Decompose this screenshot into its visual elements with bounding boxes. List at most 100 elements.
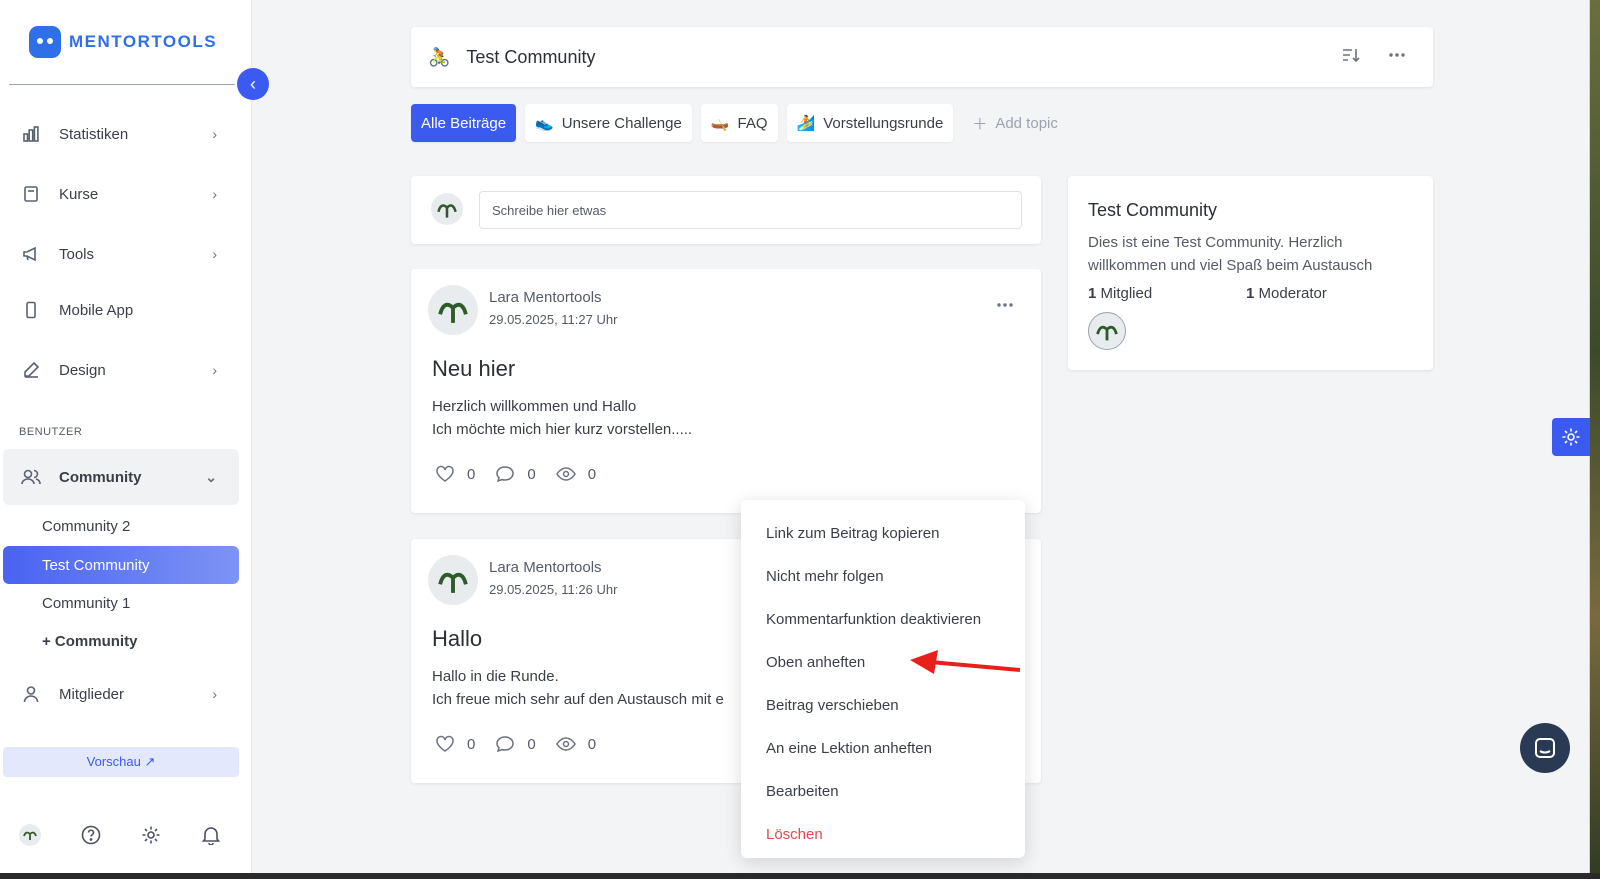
bell-icon[interactable] [199,823,223,847]
surfer-emoji-icon: 🏄 [796,115,816,132]
menu-disable-comments[interactable]: Kommentarfunktion deaktivieren [741,598,1025,641]
post-author[interactable]: Lara Mentortools [489,559,602,576]
menu-move-post[interactable]: Beitrag verschieben [741,684,1025,727]
annotation-arrow-icon [910,650,1021,674]
section-label-benutzer: BENUTZER [19,426,83,438]
post-body-line: Ich möchte mich hier kurz vorstellen....… [432,421,693,438]
menu-copy-link[interactable]: Link zum Beitrag kopieren [741,512,1025,555]
topic-all-posts[interactable]: Alle Beiträge [411,104,517,142]
book-icon [21,184,41,204]
member-count-value: 1 [1088,285,1097,302]
brand-name: MENTORTOOLS [69,32,218,51]
plus-icon: ＋ [972,115,988,133]
post-title[interactable]: Neu hier [432,356,515,382]
comment-count: 0 [527,465,536,483]
post-card: Lara Mentortools 29.05.2025, 11:27 Uhr N… [411,269,1041,513]
sidebar-item-label: Kurse [59,185,99,203]
settings-gear-icon[interactable] [139,823,163,847]
heart-icon [436,465,454,482]
community-header: 🚴 Test Community [411,27,1433,87]
robot-logo-icon [29,26,61,58]
author-avatar[interactable] [428,555,478,605]
plant-avatar-icon [437,204,457,218]
comment-stat[interactable]: 0 [495,465,536,483]
sidebar-item-statistiken[interactable]: Statistiken › [3,108,239,160]
header-actions [1341,45,1407,70]
plant-avatar-icon [19,824,41,846]
sidebar-item-label: Mitglieder [59,685,125,703]
collapse-sidebar-button[interactable]: ‹ [237,68,269,100]
gear-icon [1562,428,1580,446]
sidebar-item-tools[interactable]: Tools › [3,228,239,280]
menu-unfollow[interactable]: Nicht mehr folgen [741,555,1025,598]
sidebar-subitem-community-2[interactable]: Community 2 [3,507,239,545]
heart-icon [436,735,454,752]
chevron-down-icon: ⌄ [205,468,217,485]
like-count: 0 [467,465,476,483]
user-avatar[interactable] [18,823,42,847]
comment-stat[interactable]: 0 [495,735,536,753]
eye-icon [555,467,576,481]
moderator-count: 1 Moderator [1246,285,1404,302]
eye-icon [555,737,576,751]
sidebar-item-label: Community [59,468,142,486]
comment-count: 0 [527,735,536,753]
sidebar-item-mitglieder[interactable]: Mitglieder › [3,668,239,720]
add-community-link[interactable]: + Community [3,622,239,660]
chat-icon [1535,738,1555,758]
like-stat[interactable]: 0 [435,735,475,753]
post-more-options-icon[interactable] [995,295,1015,320]
post-composer [411,176,1041,244]
add-topic-label: Add topic [995,114,1058,132]
menu-delete[interactable]: Löschen [741,813,1025,856]
post-stats: 0 0 0 [435,465,596,483]
menu-edit[interactable]: Bearbeiten [741,770,1025,813]
brand-logo[interactable]: MENTORTOOLS [29,26,217,58]
post-body: Herzlich willkommen und Hallo Ich möchte… [432,395,1032,441]
sidebar-footer [0,823,252,847]
author-avatar[interactable] [428,285,478,335]
pencil-icon [21,360,41,380]
chevron-left-icon: ‹ [250,73,256,94]
add-topic-button[interactable]: ＋ Add topic [962,104,1068,142]
moderator-count-label: Moderator [1258,285,1327,302]
chat-launcher-button[interactable] [1520,723,1570,773]
sidebar-item-community[interactable]: Community ⌄ [3,449,239,505]
user-avatar [431,193,463,225]
like-stat[interactable]: 0 [435,465,475,483]
phone-icon [21,300,41,320]
like-count: 0 [467,735,476,753]
desktop-background-bottom [0,873,1600,879]
topic-label: Unsere Challenge [561,114,682,132]
sort-icon[interactable] [1341,45,1361,70]
sidebar-item-kurse[interactable]: Kurse › [3,168,239,220]
plant-avatar-icon [438,302,468,323]
community-description: Dies ist eine Test Community. Herzlich w… [1088,234,1373,274]
post-author[interactable]: Lara Mentortools [489,289,602,306]
member-avatar[interactable] [1088,312,1126,350]
chevron-right-icon: › [212,246,217,262]
post-stats: 0 0 0 [435,735,596,753]
sidebar-subitem-test-community[interactable]: Test Community [3,546,239,584]
page-title: Test Community [466,46,596,67]
more-options-icon[interactable] [1387,45,1407,70]
topic-faq[interactable]: 🛶 FAQ [700,104,778,142]
sidebar-item-mobile-app[interactable]: Mobile App [3,284,239,336]
sidebar-item-label: Design [59,361,106,379]
shoe-emoji-icon: 👟 [535,115,554,132]
preview-button[interactable]: Vorschau ↗ [3,747,239,777]
sidebar-item-design[interactable]: Design › [3,344,239,396]
users-icon [21,467,41,487]
composer-input[interactable] [479,191,1022,229]
help-icon[interactable] [79,823,103,847]
post-title[interactable]: Hallo [432,626,482,652]
settings-fab[interactable] [1552,418,1590,456]
menu-pin-to-lesson[interactable]: An eine Lektion anheften [741,727,1025,770]
topic-unsere-challenge[interactable]: 👟 Unsere Challenge [525,104,692,142]
chevron-right-icon: › [212,186,217,202]
sidebar-item-label: Tools [59,245,95,263]
sidebar-subitem-community-1[interactable]: Community 1 [3,584,239,622]
community-info-title: Test Community [1088,200,1218,220]
moderator-count-value: 1 [1246,285,1255,302]
topic-vorstellungsrunde[interactable]: 🏄 Vorstellungsrunde [786,104,954,142]
